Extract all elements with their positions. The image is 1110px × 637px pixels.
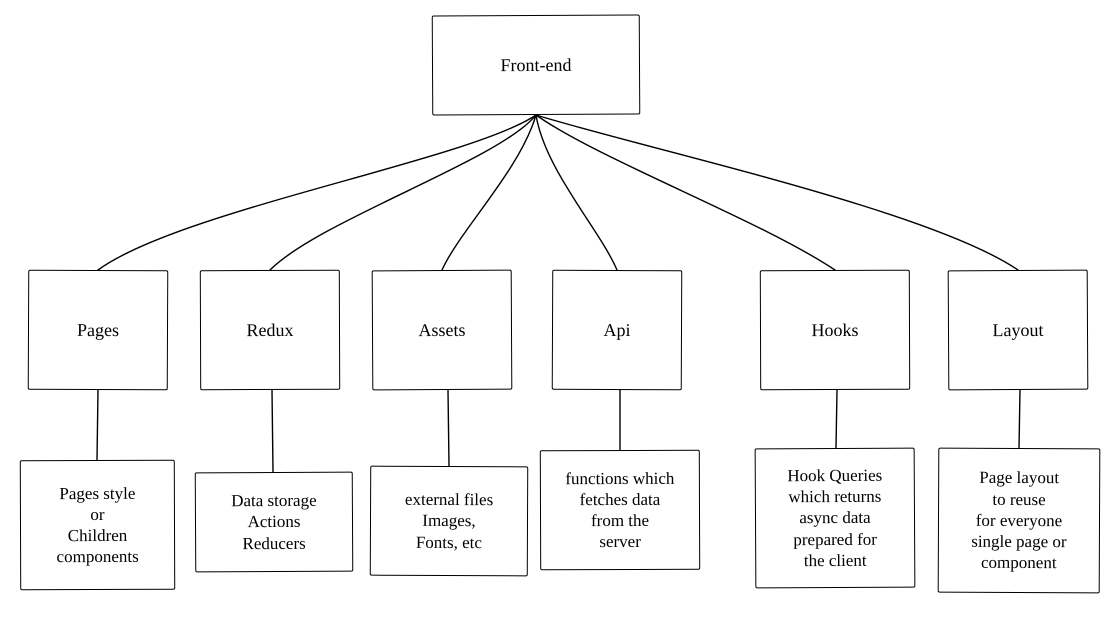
node-layout: Layout [948,270,1089,391]
desc-redux: Data storageActionsReducers [195,472,354,573]
node-root-label: Front-end [500,54,571,77]
desc-pages: Pages styleorChildrencomponents [20,460,175,591]
desc-text: Data storageActionsReducers [231,490,317,554]
diagram-canvas: Front-end Pages Redux Assets Api Hooks L… [0,0,1110,637]
node-label: Redux [246,319,293,342]
desc-text: Pages styleorChildrencomponents [56,482,138,567]
node-label: Api [603,319,630,342]
desc-text: functions whichfetches datafrom theserve… [565,467,674,552]
desc-layout: Page layoutto reusefor everyonesingle pa… [938,448,1101,594]
node-redux: Redux [200,270,340,390]
node-label: Pages [77,319,119,342]
desc-hooks: Hook Querieswhich returnsasync dataprepa… [755,448,916,589]
desc-text: Page layoutto reusefor everyonesingle pa… [971,467,1067,574]
node-label: Layout [992,319,1043,342]
node-hooks: Hooks [760,270,910,391]
node-root: Front-end [432,14,641,115]
node-api: Api [552,270,683,391]
node-label: Hooks [811,319,858,342]
desc-text: Hook Querieswhich returnsasync dataprepa… [787,465,882,572]
node-label: Assets [418,319,465,342]
desc-api: functions whichfetches datafrom theserve… [540,450,700,571]
desc-text: external filesImages,Fonts, etc [405,489,494,553]
node-pages: Pages [28,270,169,391]
node-assets: Assets [372,270,513,391]
desc-assets: external filesImages,Fonts, etc [370,466,528,577]
